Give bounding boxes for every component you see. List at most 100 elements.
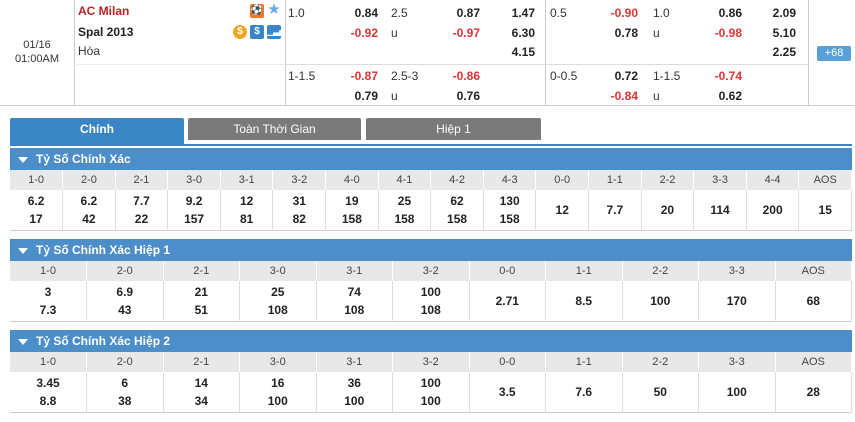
score-odds-value-alt[interactable]: 100 <box>393 392 469 410</box>
ft-ou-over-2[interactable]: -0.86 <box>442 69 480 83</box>
ft-1x2-away[interactable]: 6.30 <box>497 26 535 40</box>
score-odds-cell[interactable]: 170 <box>698 281 776 321</box>
score-odds-value-alt[interactable]: 108 <box>317 301 393 319</box>
score-odds-value[interactable]: 7.7 <box>589 201 641 219</box>
score-odds-value[interactable]: 6.2 <box>10 192 62 210</box>
score-odds-value-alt[interactable]: 22 <box>116 210 168 228</box>
score-odds-cell[interactable]: 16 100 <box>239 372 317 412</box>
score-odds-cell[interactable]: 74 108 <box>316 281 393 321</box>
score-odds-value[interactable]: 6.2 <box>63 192 115 210</box>
score-odds-cell[interactable]: 68 <box>775 281 852 321</box>
score-odds-cell[interactable]: 6.9 43 <box>86 281 164 321</box>
score-odds-value[interactable]: 16 <box>240 374 316 392</box>
ft-ou-under-2[interactable]: 0.76 <box>442 89 480 103</box>
collapse-arrow-icon[interactable] <box>18 247 28 254</box>
score-odds-cell[interactable]: 12 81 <box>220 190 274 230</box>
score-odds-value[interactable]: 12 <box>536 201 588 219</box>
score-odds-value[interactable]: 19 <box>326 192 378 210</box>
score-odds-cell[interactable]: 2.71 <box>469 281 546 321</box>
score-odds-cell[interactable]: 36 100 <box>316 372 393 412</box>
h1-handicap-home-2[interactable]: 0.72 <box>600 69 638 83</box>
score-odds-cell[interactable]: 100 100 <box>392 372 470 412</box>
score-odds-cell[interactable]: 9.2 157 <box>167 190 221 230</box>
score-odds-value[interactable]: 8.5 <box>546 292 622 310</box>
score-odds-value-alt[interactable]: 38 <box>87 392 163 410</box>
score-odds-value-alt[interactable]: 42 <box>63 210 115 228</box>
stats-chart-icon[interactable]: ▁▃▅ <box>267 25 285 39</box>
ft-ou-under[interactable]: -0.97 <box>442 26 480 40</box>
score-odds-cell[interactable]: 6 38 <box>86 372 164 412</box>
away-team[interactable]: Spal 2013 <box>78 25 133 39</box>
score-odds-value[interactable]: 6 <box>87 374 163 392</box>
h1-ou-over[interactable]: 0.86 <box>704 6 742 20</box>
score-odds-value[interactable]: 15 <box>799 201 851 219</box>
score-odds-value[interactable]: 170 <box>699 292 775 310</box>
score-odds-cell[interactable]: 21 51 <box>163 281 240 321</box>
score-odds-cell[interactable]: 25 108 <box>239 281 317 321</box>
score-odds-value-alt[interactable]: 43 <box>87 301 163 319</box>
score-odds-value[interactable]: 31 <box>273 192 325 210</box>
score-odds-cell[interactable]: 114 <box>693 190 747 230</box>
score-odds-value-alt[interactable]: 8.8 <box>10 392 86 410</box>
score-odds-value-alt[interactable]: 108 <box>240 301 316 319</box>
score-odds-value[interactable]: 100 <box>699 383 775 401</box>
score-odds-value[interactable]: 28 <box>776 383 852 401</box>
h1-handicap-away[interactable]: 0.78 <box>600 26 638 40</box>
score-odds-value-alt[interactable]: 158 <box>379 210 431 228</box>
score-odds-value-alt[interactable]: 158 <box>326 210 378 228</box>
score-odds-cell[interactable]: 100 <box>698 372 776 412</box>
h1-1x2-draw[interactable]: 2.25 <box>758 45 796 59</box>
score-odds-value[interactable]: 100 <box>393 283 469 301</box>
score-odds-cell[interactable]: 50 <box>622 372 699 412</box>
score-odds-value[interactable]: 130 <box>484 192 536 210</box>
score-odds-cell[interactable]: 20 <box>641 190 695 230</box>
score-odds-cell[interactable]: 6.2 17 <box>10 190 64 230</box>
score-odds-value[interactable]: 12 <box>221 192 273 210</box>
score-odds-value[interactable]: 100 <box>393 374 469 392</box>
score-odds-value[interactable]: 62 <box>431 192 483 210</box>
score-odds-cell[interactable]: 25 158 <box>378 190 432 230</box>
favorite-star-icon[interactable]: ★ <box>267 2 281 17</box>
score-odds-value[interactable]: 14 <box>164 374 240 392</box>
score-odds-cell[interactable]: 31 82 <box>272 190 327 230</box>
score-odds-cell[interactable]: 15 <box>798 190 852 230</box>
score-odds-cell[interactable]: 3 7.3 <box>10 281 87 321</box>
h1-ou-under[interactable]: -0.98 <box>704 26 742 40</box>
score-odds-value[interactable]: 2.71 <box>470 292 546 310</box>
h1-1x2-away[interactable]: 5.10 <box>758 26 796 40</box>
score-odds-value-alt[interactable]: 34 <box>164 392 240 410</box>
score-odds-cell[interactable]: 100 <box>622 281 699 321</box>
tab-main[interactable]: Chính <box>10 118 184 146</box>
section-header[interactable]: Tỷ Số Chính Xác <box>10 148 852 170</box>
score-odds-cell[interactable]: 6.2 42 <box>62 190 116 230</box>
score-odds-value[interactable]: 20 <box>642 201 694 219</box>
score-odds-cell[interactable]: 3.45 8.8 <box>10 372 87 412</box>
score-odds-value[interactable]: 9.2 <box>168 192 220 210</box>
section-header[interactable]: Tỷ Số Chính Xác Hiệp 2 <box>10 330 852 352</box>
section-header[interactable]: Tỷ Số Chính Xác Hiệp 1 <box>10 239 852 261</box>
tab-first-half[interactable]: Hiệp 1 <box>366 118 541 140</box>
score-odds-value-alt[interactable]: 82 <box>273 210 325 228</box>
coin-icon[interactable]: $ <box>233 25 247 39</box>
score-odds-cell[interactable]: 100 108 <box>392 281 470 321</box>
score-odds-cell[interactable]: 12 <box>535 190 590 230</box>
score-odds-value-alt[interactable]: 100 <box>240 392 316 410</box>
score-odds-value[interactable]: 68 <box>776 292 852 310</box>
score-odds-value[interactable]: 200 <box>747 201 799 219</box>
score-odds-cell[interactable]: 62 158 <box>430 190 484 230</box>
score-odds-value[interactable]: 114 <box>694 201 746 219</box>
score-odds-value-alt[interactable]: 158 <box>431 210 483 228</box>
score-odds-cell[interactable]: 19 158 <box>325 190 379 230</box>
score-odds-value[interactable]: 25 <box>379 192 431 210</box>
score-odds-cell[interactable]: 8.5 <box>545 281 623 321</box>
score-odds-value[interactable]: 100 <box>623 292 699 310</box>
score-odds-value[interactable]: 3.5 <box>470 383 546 401</box>
ft-handicap-home[interactable]: 0.84 <box>340 6 378 20</box>
score-odds-cell[interactable]: 130 158 <box>483 190 537 230</box>
tab-full-time[interactable]: Toàn Thời Gian <box>188 118 361 140</box>
score-odds-value-alt[interactable]: 158 <box>484 210 536 228</box>
score-odds-cell[interactable]: 7.6 <box>545 372 623 412</box>
score-odds-cell[interactable]: 200 <box>746 190 800 230</box>
score-odds-cell[interactable]: 14 34 <box>163 372 240 412</box>
odds-dollar-icon[interactable]: $ <box>250 25 264 39</box>
